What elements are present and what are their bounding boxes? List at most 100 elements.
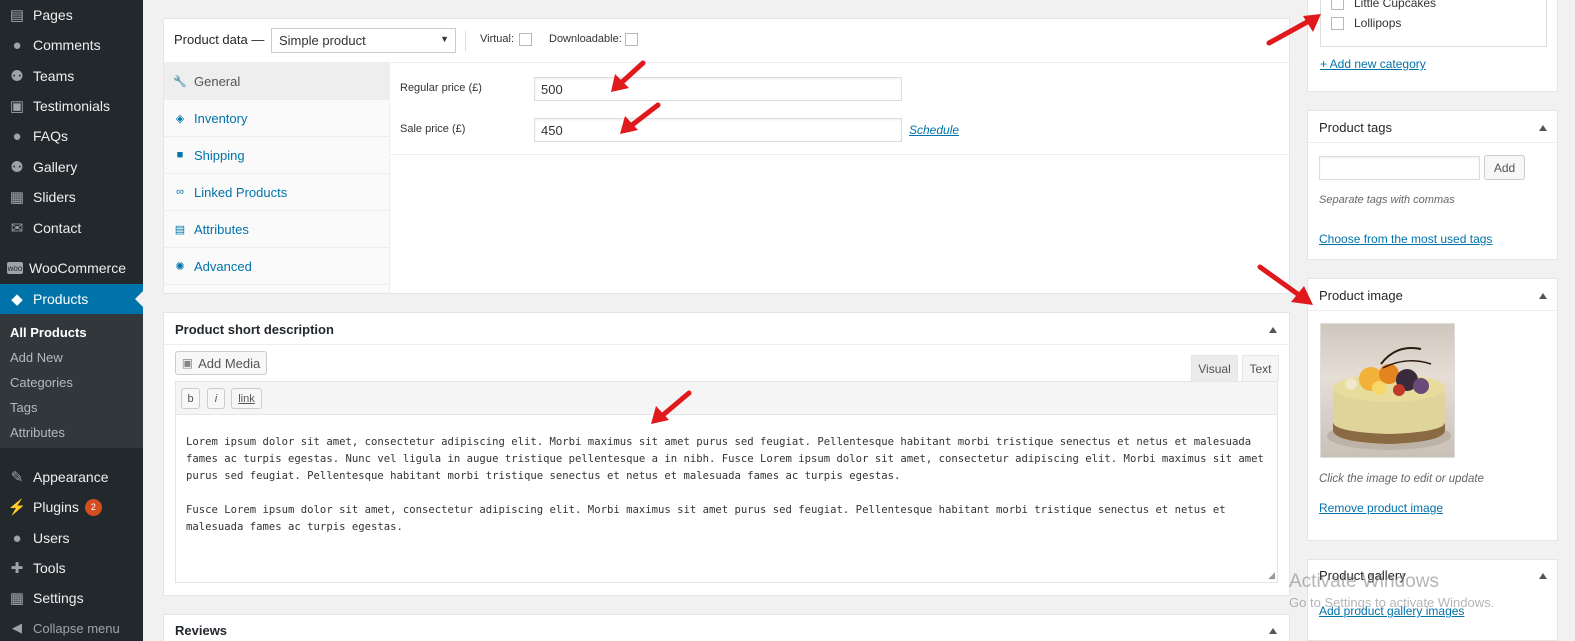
- schedule-link[interactable]: Schedule: [909, 123, 959, 137]
- tab-inventory[interactable]: ◈ Inventory: [164, 100, 389, 137]
- annotation-arrow-icon: [1257, 264, 1313, 305]
- regular-price-input[interactable]: 500: [534, 77, 902, 101]
- sidebar-item-testimonials[interactable]: ▣ Testimonials: [0, 91, 143, 121]
- sidebar-item-settings[interactable]: ▦ Settings: [0, 583, 143, 613]
- sidebar-item-users[interactable]: ● Users: [0, 523, 143, 553]
- tab-shipping[interactable]: ■ Shipping: [164, 137, 389, 174]
- appearance-icon: ✎: [10, 469, 24, 486]
- sidebar-item-products[interactable]: ◆ Products: [0, 284, 143, 314]
- short-description-box: Product short description ▣ Add Media Vis…: [163, 312, 1290, 596]
- sidebar-item-label: Users: [33, 530, 70, 546]
- description-textarea[interactable]: Lorem ipsum dolor sit amet, consectetur …: [186, 434, 1271, 536]
- box-divider: [1308, 310, 1557, 311]
- reviews-box: Reviews: [163, 614, 1290, 641]
- media-icon: ▣: [181, 356, 194, 370]
- plugins-update-badge: 2: [84, 498, 102, 516]
- tab-label: Linked Products: [194, 184, 288, 200]
- italic-button[interactable]: i: [207, 388, 225, 409]
- products-submenu: All Products Add New Categories Tags Att…: [0, 314, 143, 448]
- sidebar-item-sliders[interactable]: ▦ Sliders: [0, 182, 143, 212]
- new-tag-input[interactable]: [1319, 156, 1480, 180]
- sidebar-item-comments[interactable]: ● Comments: [0, 30, 143, 60]
- submenu-tags[interactable]: Tags: [10, 400, 37, 415]
- annotation-arrow-icon: [1266, 14, 1321, 46]
- sidebar-item-label: FAQs: [33, 128, 69, 144]
- sliders-icon: ▦: [9, 189, 25, 206]
- list-icon: ▤: [174, 223, 186, 236]
- collapse-toggle-icon[interactable]: [1539, 573, 1547, 579]
- link-button[interactable]: link: [231, 388, 262, 409]
- sidebar-item-appearance[interactable]: ✎ Appearance: [0, 462, 143, 492]
- product-type-value: Simple product: [279, 33, 366, 48]
- collapse-icon: ◀: [12, 620, 22, 635]
- collapse-toggle-icon[interactable]: [1539, 293, 1547, 299]
- submenu-categories[interactable]: Categories: [10, 375, 73, 390]
- quicktags-toolbar: b i link: [176, 382, 1277, 415]
- sidebar-item-label: Gallery: [33, 159, 78, 175]
- tab-linked-products[interactable]: ∞ Linked Products: [164, 174, 389, 211]
- virtual-checkbox[interactable]: [519, 33, 532, 46]
- add-gallery-images-link[interactable]: Add product gallery images: [1319, 604, 1464, 618]
- editor-wrap: b i link Lorem ipsum dolor sit amet, con…: [175, 381, 1278, 583]
- submenu-add-new[interactable]: Add New: [10, 350, 63, 365]
- add-media-label: Add Media: [198, 355, 261, 371]
- submenu-attributes[interactable]: Attributes: [10, 425, 65, 440]
- sidebar-item-label: Products: [33, 291, 89, 307]
- category-item[interactable]: Little Cupcakes: [1331, 0, 1436, 10]
- collapse-toggle-icon[interactable]: [1539, 125, 1547, 131]
- sidebar-item-teams[interactable]: ⚉ Teams: [0, 61, 143, 91]
- add-media-button[interactable]: ▣ Add Media: [175, 351, 267, 375]
- downloadable-checkbox[interactable]: [625, 33, 638, 46]
- category-item[interactable]: Lollipops: [1331, 16, 1401, 30]
- product-data-title: Product data —: [174, 32, 265, 47]
- gallery-icon: ⚉: [10, 159, 24, 176]
- product-image-thumbnail[interactable]: [1320, 323, 1455, 458]
- sidebar-item-tools[interactable]: ✚ Tools: [0, 553, 143, 583]
- faqs-icon: ●: [12, 127, 22, 145]
- product-type-select[interactable]: Simple product ▼: [271, 28, 456, 53]
- sidebar-item-contact[interactable]: ✉ Contact: [0, 213, 143, 243]
- sidebar-item-label: Settings: [33, 590, 84, 606]
- gear-icon: ✺: [175, 260, 185, 273]
- add-tag-button[interactable]: Add: [1484, 155, 1525, 180]
- tab-advanced[interactable]: ✺ Advanced: [164, 248, 389, 285]
- comments-icon: ●: [12, 36, 22, 54]
- collapse-toggle-icon[interactable]: [1269, 628, 1277, 634]
- sidebar-item-woocommerce[interactable]: woo WooCommerce: [0, 253, 143, 283]
- sidebar-item-label: Testimonials: [33, 98, 111, 114]
- tab-label: Advanced: [194, 258, 252, 274]
- tab-label: Attributes: [194, 221, 249, 237]
- description-paragraph: Fusce Lorem ipsum dolor sit amet, consec…: [186, 504, 1226, 533]
- tab-visual[interactable]: Visual: [1191, 355, 1238, 381]
- reviews-title: Reviews: [175, 623, 228, 638]
- plugins-icon: ⚡: [7, 499, 27, 516]
- tab-label: Inventory: [194, 110, 248, 126]
- sidebar-item-gallery[interactable]: ⚉ Gallery: [0, 152, 143, 182]
- category-checkbox[interactable]: [1331, 16, 1344, 30]
- virtual-label: Virtual:: [480, 33, 515, 45]
- bold-button[interactable]: b: [181, 388, 200, 409]
- woocommerce-icon: woo: [7, 262, 23, 274]
- sidebar-item-label: Comments: [33, 37, 101, 53]
- collapse-menu-button[interactable]: ◀ Collapse menu: [0, 615, 143, 641]
- sale-price-input[interactable]: 450: [534, 118, 902, 142]
- sidebar-item-label: Sliders: [33, 189, 76, 205]
- regular-price-label: Regular price (£): [400, 82, 482, 94]
- product-data-header: Product data — Simple product ▼ Virtual:…: [164, 19, 1289, 63]
- collapse-toggle-icon[interactable]: [1269, 327, 1277, 333]
- tab-text[interactable]: Text: [1242, 355, 1279, 381]
- remove-product-image-link[interactable]: Remove product image: [1319, 501, 1443, 515]
- sidebar-item-plugins[interactable]: ⚡ Plugins 2: [0, 492, 143, 522]
- add-new-category-link[interactable]: + Add new category: [1320, 57, 1426, 71]
- tab-attributes[interactable]: ▤ Attributes: [164, 211, 389, 248]
- truck-icon: ■: [176, 149, 184, 161]
- tab-general[interactable]: 🔧 General: [164, 63, 389, 100]
- resize-handle-icon[interactable]: ◢: [1268, 570, 1275, 581]
- sidebar-item-pages[interactable]: ▤ Pages: [0, 0, 143, 30]
- sidebar-item-faqs[interactable]: ● FAQs: [0, 121, 143, 151]
- category-checkbox[interactable]: [1331, 0, 1344, 10]
- submenu-all-products[interactable]: All Products: [10, 325, 87, 340]
- choose-most-used-tags-link[interactable]: Choose from the most used tags: [1319, 232, 1492, 246]
- categories-box: Little Cupcakes Lollipops + Add new cate…: [1307, 0, 1558, 92]
- sidebar-item-label: Teams: [33, 68, 75, 84]
